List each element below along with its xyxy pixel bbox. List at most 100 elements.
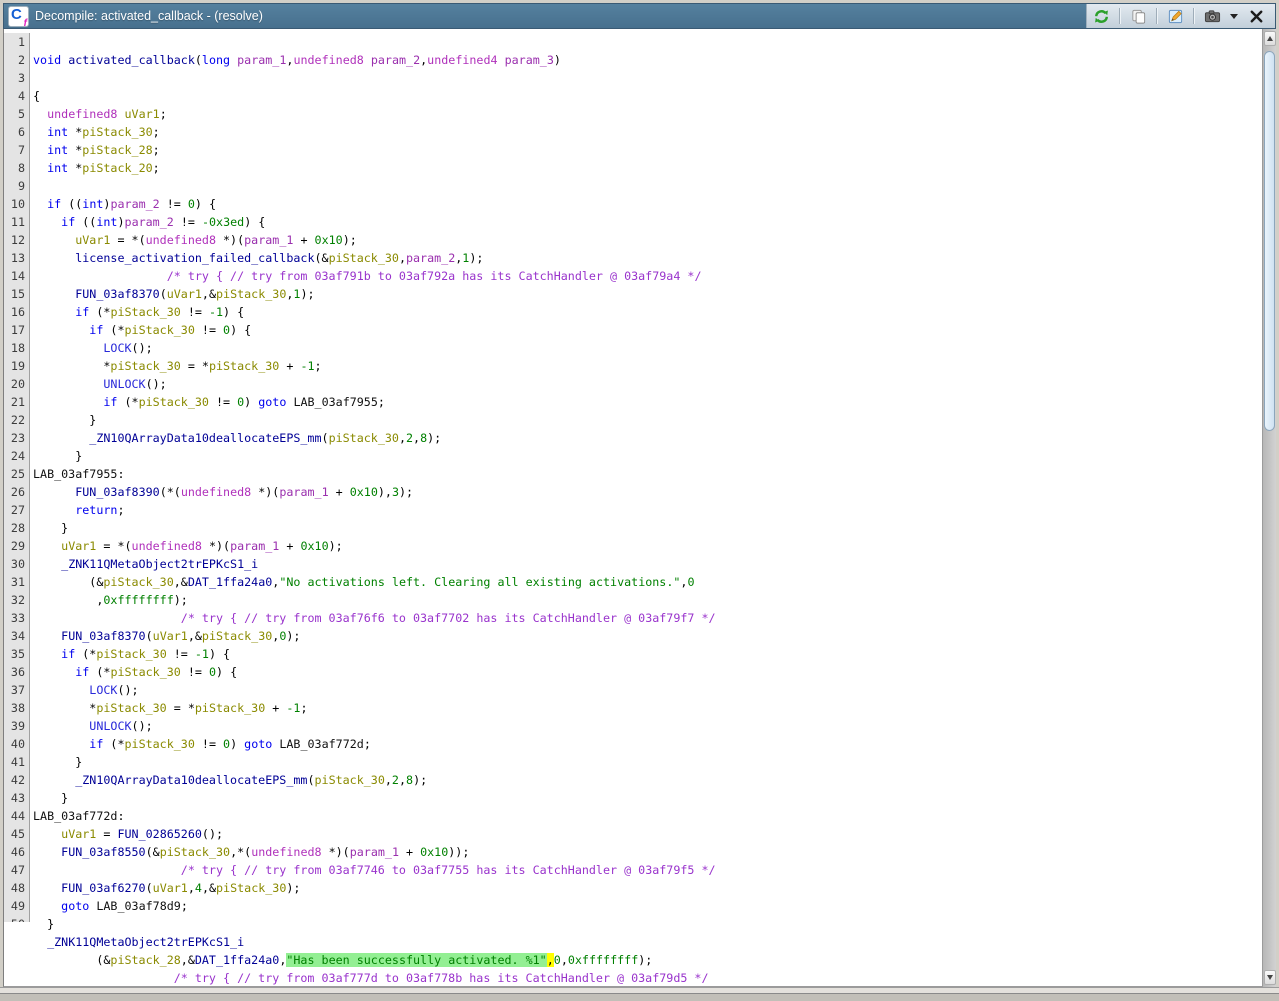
line-number: 2 [4, 51, 29, 69]
code-line[interactable]: 49 goto LAB_03af78d9; [4, 897, 1262, 915]
code-line[interactable]: 13 license_activation_failed_callback(&p… [4, 249, 1262, 267]
code-line[interactable]: 31 (&piStack_30,&DAT_1ffa24a0,"No activa… [4, 573, 1262, 591]
code-line[interactable]: 19 *piStack_30 = *piStack_30 + -1; [4, 357, 1262, 375]
snapshot-button[interactable] [1201, 6, 1223, 26]
line-number-gutter: 22 [4, 411, 30, 429]
code-line[interactable]: 5 undefined8 uVar1; [4, 105, 1262, 123]
line-number: 22 [4, 411, 29, 429]
line-number-gutter: 20 [4, 375, 30, 393]
code-line[interactable]: 30 _ZNK11QMetaObject2trEPKcS1_i [4, 555, 1262, 573]
code-line[interactable]: 12 uVar1 = *(undefined8 *)(param_1 + 0x1… [4, 231, 1262, 249]
close-button[interactable] [1245, 6, 1267, 26]
code-text: uVar1 = FUN_02865260(); [30, 825, 223, 843]
code-text [30, 177, 33, 195]
code-line[interactable]: 4{ [4, 87, 1262, 105]
code-text: if (*piStack_30 != 0) { [30, 663, 237, 681]
code-line[interactable]: 42 _ZN10QArrayData10deallocateEPS_mm(piS… [4, 771, 1262, 789]
code-line[interactable]: 2void activated_callback(long param_1,un… [4, 51, 1262, 69]
code-line[interactable]: 44LAB_03af772d: [4, 807, 1262, 825]
code-line[interactable]: 7 int *piStack_28; [4, 141, 1262, 159]
line-number: 9 [4, 177, 29, 195]
code-line[interactable]: 11 if ((int)param_2 != -0x3ed) { [4, 213, 1262, 231]
code-line[interactable]: 9 [4, 177, 1262, 195]
code-line[interactable]: 23 _ZN10QArrayData10deallocateEPS_mm(piS… [4, 429, 1262, 447]
code-line[interactable]: 24 } [4, 447, 1262, 465]
code-line[interactable]: 14 /* try { // try from 03af791b to 03af… [4, 267, 1262, 285]
code-text: if (*piStack_30 != 0) goto LAB_03af772d; [30, 735, 371, 753]
code-area: 12void activated_callback(long param_1,u… [4, 33, 1262, 987]
code-line[interactable]: 1 [4, 33, 1262, 51]
code-text: _ZNK11QMetaObject2trEPKcS1_i [30, 555, 258, 573]
code-text: LAB_03af772d: [30, 807, 125, 825]
code-line[interactable]: 35 if (*piStack_30 != -1) { [4, 645, 1262, 663]
code-line[interactable]: 28 } [4, 519, 1262, 537]
code-line[interactable]: /* try { // try from 03af777d to 03af778… [4, 969, 1262, 987]
line-number-gutter: 50 [4, 915, 30, 922]
line-number-gutter: 41 [4, 753, 30, 771]
code-line[interactable]: 32 ,0xffffffff); [4, 591, 1262, 609]
menu-caret-button[interactable] [1227, 6, 1241, 26]
code-line[interactable]: 25LAB_03af7955: [4, 465, 1262, 483]
code-line[interactable]: 41 } [4, 753, 1262, 771]
code-line[interactable]: _ZNK11QMetaObject2trEPKcS1_i [4, 933, 1262, 951]
scroll-up-button[interactable] [1264, 31, 1276, 46]
code-line[interactable]: 39 UNLOCK(); [4, 717, 1262, 735]
code-line[interactable]: 36 if (*piStack_30 != 0) { [4, 663, 1262, 681]
code-line[interactable]: 18 LOCK(); [4, 339, 1262, 357]
code-text: FUN_03af8390(*(undefined8 *)(param_1 + 0… [30, 483, 413, 501]
code-line[interactable]: (&piStack_28,&DAT_1ffa24a0,"Has been suc… [4, 951, 1262, 969]
line-number-gutter: 10 [4, 195, 30, 213]
code-line[interactable]: 17 if (*piStack_30 != 0) { [4, 321, 1262, 339]
line-number: 48 [4, 879, 29, 897]
refresh-button[interactable] [1090, 6, 1112, 26]
code-line[interactable]: 16 if (*piStack_30 != -1) { [4, 303, 1262, 321]
code-line[interactable]: 6 int *piStack_30; [4, 123, 1262, 141]
code-text: if (*piStack_30 != 0) goto LAB_03af7955; [30, 393, 385, 411]
window-title: Decompile: activated_callback - (resolve… [35, 9, 263, 23]
toolbar-separator [1156, 8, 1157, 24]
copy-button[interactable] [1127, 6, 1149, 26]
code-line[interactable]: 3 [4, 69, 1262, 87]
code-text: uVar1 = *(undefined8 *)(param_1 + 0x10); [30, 537, 343, 555]
line-number: 39 [4, 717, 29, 735]
line-number: 15 [4, 285, 29, 303]
line-number: 11 [4, 213, 29, 231]
line-number-gutter: 42 [4, 771, 30, 789]
line-number-gutter: 26 [4, 483, 30, 501]
code-line[interactable]: 26 FUN_03af8390(*(undefined8 *)(param_1 … [4, 483, 1262, 501]
line-number-gutter: 34 [4, 627, 30, 645]
code-line[interactable]: 27 return; [4, 501, 1262, 519]
line-number-gutter: 47 [4, 861, 30, 879]
line-number: 19 [4, 357, 29, 375]
scroll-down-button[interactable] [1264, 970, 1276, 985]
code-line[interactable]: 33 /* try { // try from 03af76f6 to 03af… [4, 609, 1262, 627]
code-line[interactable]: 50 } [4, 915, 1262, 933]
code-line[interactable]: 38 *piStack_30 = *piStack_30 + -1; [4, 699, 1262, 717]
camera-icon [1204, 8, 1221, 25]
code-text: FUN_03af8370(uVar1,&piStack_30,0); [30, 627, 300, 645]
code-line[interactable]: 47 /* try { // try from 03af7746 to 03af… [4, 861, 1262, 879]
code-line[interactable]: 45 uVar1 = FUN_02865260(); [4, 825, 1262, 843]
code-text: _ZN10QArrayData10deallocateEPS_mm(piStac… [30, 429, 441, 447]
code-line[interactable]: 21 if (*piStack_30 != 0) goto LAB_03af79… [4, 393, 1262, 411]
code-line[interactable]: 29 uVar1 = *(undefined8 *)(param_1 + 0x1… [4, 537, 1262, 555]
code-line[interactable]: 8 int *piStack_20; [4, 159, 1262, 177]
code-line[interactable]: 10 if ((int)param_2 != 0) { [4, 195, 1262, 213]
code-text [30, 69, 33, 87]
code-line[interactable]: 40 if (*piStack_30 != 0) goto LAB_03af77… [4, 735, 1262, 753]
code-line[interactable]: 22 } [4, 411, 1262, 429]
edit-button[interactable] [1164, 6, 1186, 26]
code-line[interactable]: 15 FUN_03af8370(uVar1,&piStack_30,1); [4, 285, 1262, 303]
code-line[interactable]: 37 LOCK(); [4, 681, 1262, 699]
vertical-scrollbar[interactable] [1262, 29, 1276, 987]
code-line[interactable]: 34 FUN_03af8370(uVar1,&piStack_30,0); [4, 627, 1262, 645]
scrollbar-thumb[interactable] [1264, 51, 1275, 431]
code-line[interactable]: 48 FUN_03af6270(uVar1,4,&piStack_30); [4, 879, 1262, 897]
line-number: 21 [4, 393, 29, 411]
code-line[interactable]: 46 FUN_03af8550(&piStack_30,*(undefined8… [4, 843, 1262, 861]
line-number-gutter [4, 933, 30, 951]
titlebar-drag-area[interactable]: C f Decompile: activated_callback - (res… [4, 4, 1086, 28]
code-line[interactable]: 20 UNLOCK(); [4, 375, 1262, 393]
line-number-gutter: 29 [4, 537, 30, 555]
code-line[interactable]: 43 } [4, 789, 1262, 807]
